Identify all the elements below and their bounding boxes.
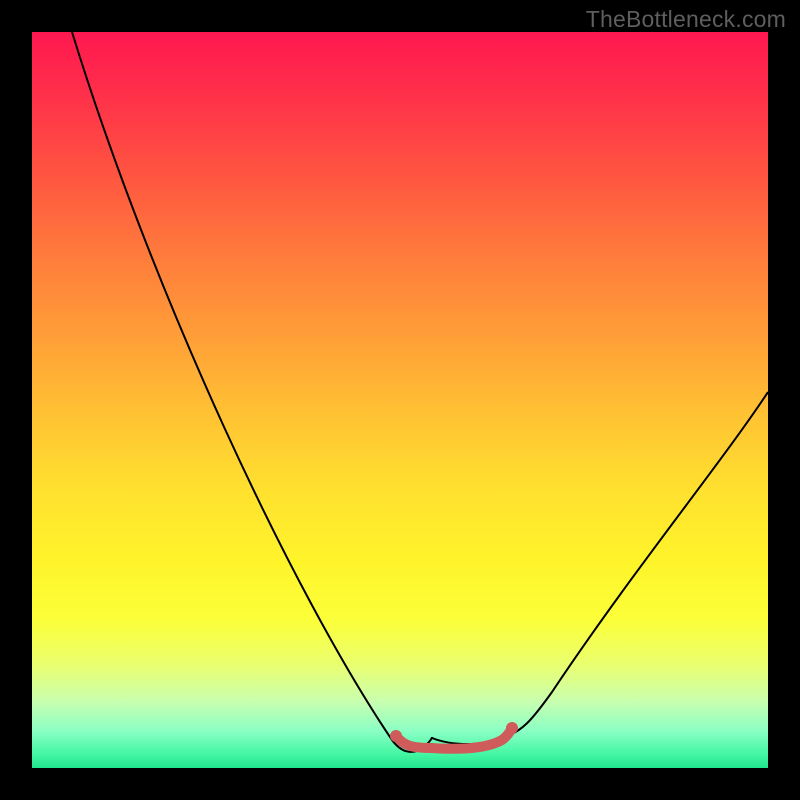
watermark-text: TheBottleneck.com [586, 6, 786, 33]
trough-marker [396, 728, 512, 749]
bottleneck-curve [32, 32, 768, 768]
trough-left-dot [390, 730, 402, 742]
trough-right-dot [506, 722, 518, 734]
curve-path [72, 32, 768, 752]
plot-area [32, 32, 768, 768]
chart-frame: TheBottleneck.com [0, 0, 800, 800]
